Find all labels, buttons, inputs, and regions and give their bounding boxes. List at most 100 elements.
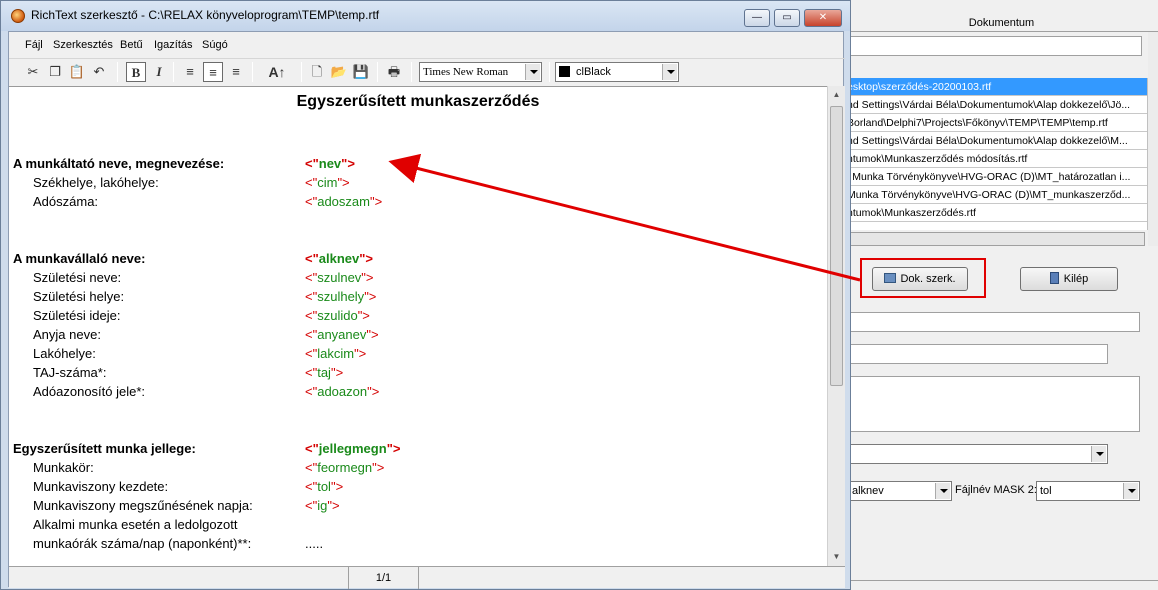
field-open-quote: <" — [305, 156, 319, 171]
merge-field: <"szulido"> — [305, 306, 370, 325]
undo-icon[interactable]: ↶ — [89, 62, 109, 82]
title-bar[interactable]: RichText szerkesztő - C:\RELAX könyvelop… — [1, 1, 850, 31]
field-close-quote: "> — [367, 384, 380, 399]
field-close-quote: "> — [327, 498, 340, 513]
editor-vertical-scrollbar[interactable]: ▲ ▼ — [827, 86, 845, 566]
editor-client-area: Fájl Szerkesztés Betű Igazítás Súgó ✂ ❐ … — [8, 31, 845, 589]
field-input-2[interactable] — [845, 344, 1108, 364]
menu-help[interactable]: Súgó — [202, 39, 228, 51]
status-bar: 1/1 — [9, 566, 845, 589]
label-text: Munkaviszony kezdete: — [33, 479, 169, 494]
font-color-select[interactable]: clBlack — [555, 62, 679, 82]
merge-field: <"anyanev"> — [305, 325, 379, 344]
document-label: Székhelye, lakóhelye: — [13, 173, 159, 192]
document-label: Születési neve: — [13, 268, 121, 287]
document-column-header[interactable]: Dokumentum — [845, 14, 1158, 32]
print-icon[interactable]: 🖶 — [384, 62, 404, 82]
field-close-quote: "> — [359, 251, 374, 266]
field-name: cim — [317, 175, 338, 190]
menu-font[interactable]: Betű — [120, 39, 143, 51]
toolbar-separator — [301, 62, 302, 82]
copy-icon[interactable]: ❐ — [45, 62, 65, 82]
file-row[interactable]: Borland\Delphi7\Projects\Főkönyv\TEMP\TE… — [845, 114, 1147, 132]
field-open-quote: <" — [305, 460, 318, 475]
field-open-quote: <" — [305, 175, 318, 190]
label-text: Adószáma: — [33, 194, 99, 209]
file-row[interactable]: Munka Törvénykönyve\HVG-ORAC (D)\MT_munk… — [845, 186, 1147, 204]
field-open-quote: <" — [305, 289, 318, 304]
field-name: tol — [317, 479, 331, 494]
template-combo[interactable] — [845, 444, 1108, 464]
close-button[interactable]: ✕ — [804, 9, 842, 27]
file-row[interactable]: nd Settings\Várdai Béla\Dokumentumok\Ala… — [845, 96, 1147, 114]
mask1-combo[interactable]: alknev — [848, 481, 952, 501]
maximize-button[interactable]: ▭ — [774, 9, 800, 27]
chevron-down-icon — [1123, 483, 1138, 499]
menu-align[interactable]: Igazítás — [154, 39, 193, 51]
menu-edit[interactable]: Szerkesztés — [53, 39, 113, 51]
label-text: A munkavállaló neve: — [13, 251, 146, 266]
align-center-icon[interactable]: ≡ — [203, 62, 223, 82]
scroll-up-icon[interactable]: ▲ — [828, 86, 845, 103]
toolbar: ✂ ❐ 📋 ↶ B I ≡ ≡ ≡ A↑ 🗋 📂 💾 🖶 Times New R… — [9, 58, 845, 86]
merge-field: <"feormegn"> — [305, 458, 384, 477]
label-text: Munkaviszony megszűnésének napja: — [33, 498, 253, 513]
rich-text-editor[interactable]: Egyszerűsített munkaszerződés A munkálta… — [9, 86, 827, 566]
font-size-icon[interactable]: A↑ — [260, 62, 294, 82]
field-value: ..... — [305, 536, 324, 551]
exit-door-icon — [1049, 272, 1059, 284]
new-document-icon[interactable]: 🗋 — [307, 62, 327, 82]
field-name: alknev — [318, 251, 360, 266]
field-open-quote: <" — [305, 346, 318, 361]
paste-icon[interactable]: 📋 — [67, 62, 87, 82]
save-icon[interactable]: 💾 — [351, 62, 371, 82]
field-input-1[interactable] — [845, 312, 1140, 332]
document-label: Munkaviszony megszűnésének napja: — [13, 496, 253, 515]
field-close-quote: "> — [330, 479, 344, 494]
field-close-quote: "> — [354, 346, 367, 361]
file-list-scrollbar[interactable] — [1148, 32, 1158, 246]
label-text: Egyszerűsített munka jellege: — [13, 441, 196, 456]
field-close-quote: "> — [372, 460, 385, 475]
document-label: Születési helye: — [13, 287, 124, 306]
merge-field: <"szulhely"> — [305, 287, 376, 306]
align-right-icon[interactable]: ≡ — [226, 62, 246, 82]
file-row[interactable]: nd Settings\Várdai Béla\Dokumentumok\Ala… — [845, 132, 1147, 150]
file-row[interactable]: ntumok\Munkaszerződés.rtf — [845, 204, 1147, 222]
file-list-hscrollbar[interactable] — [845, 232, 1145, 246]
merge-field: <"adoszam"> — [305, 192, 382, 211]
document-label: Anyja neve: — [13, 325, 101, 344]
label-text: munkaórák száma/nap (naponként)**: — [33, 536, 252, 551]
minimize-button[interactable]: — — [744, 9, 770, 27]
font-color-value: clBlack — [576, 66, 611, 78]
bold-button[interactable]: B — [126, 62, 146, 82]
merge-field: <"nev"> — [305, 154, 355, 173]
toolbar-separator — [411, 62, 412, 82]
merge-field: <"lakcim"> — [305, 344, 366, 363]
notes-textarea[interactable] — [845, 376, 1140, 432]
file-row[interactable]: esktop\szerződés-20200103.rtf — [845, 78, 1147, 96]
mask2-combo[interactable]: tol — [1036, 481, 1140, 501]
exit-button[interactable]: Kilép — [1020, 267, 1118, 291]
scroll-down-icon[interactable]: ▼ — [828, 548, 845, 565]
scroll-thumb[interactable] — [830, 106, 843, 386]
file-row[interactable]: ntumok\Munkaszerződés módosítás.rtf — [845, 150, 1147, 168]
field-close-quote: "> — [361, 270, 374, 285]
cut-icon[interactable]: ✂ — [23, 62, 43, 82]
file-list[interactable]: esktop\szerződés-20200103.rtf nd Setting… — [845, 78, 1148, 230]
field-open-quote: <" — [305, 498, 318, 513]
chevron-down-icon — [662, 64, 677, 80]
app-icon — [11, 9, 25, 23]
align-left-icon[interactable]: ≡ — [180, 62, 200, 82]
file-row[interactable]: j Munka Törvénykönyve\HVG-ORAC (D)\MT_ha… — [845, 168, 1147, 186]
italic-button[interactable]: I — [149, 62, 169, 82]
open-folder-icon[interactable]: 📂 — [329, 62, 349, 82]
merge-field: <"taj"> — [305, 363, 343, 382]
label-text: Adóazonosító jele*: — [33, 384, 146, 399]
menu-file[interactable]: Fájl — [25, 39, 43, 51]
document-label: munkaórák száma/nap (naponként)**: — [13, 534, 251, 553]
font-family-select[interactable]: Times New Roman — [419, 62, 542, 82]
field-close-quote: "> — [341, 156, 355, 171]
page-indicator: 1/1 — [349, 567, 419, 589]
filter-input[interactable] — [847, 36, 1142, 56]
